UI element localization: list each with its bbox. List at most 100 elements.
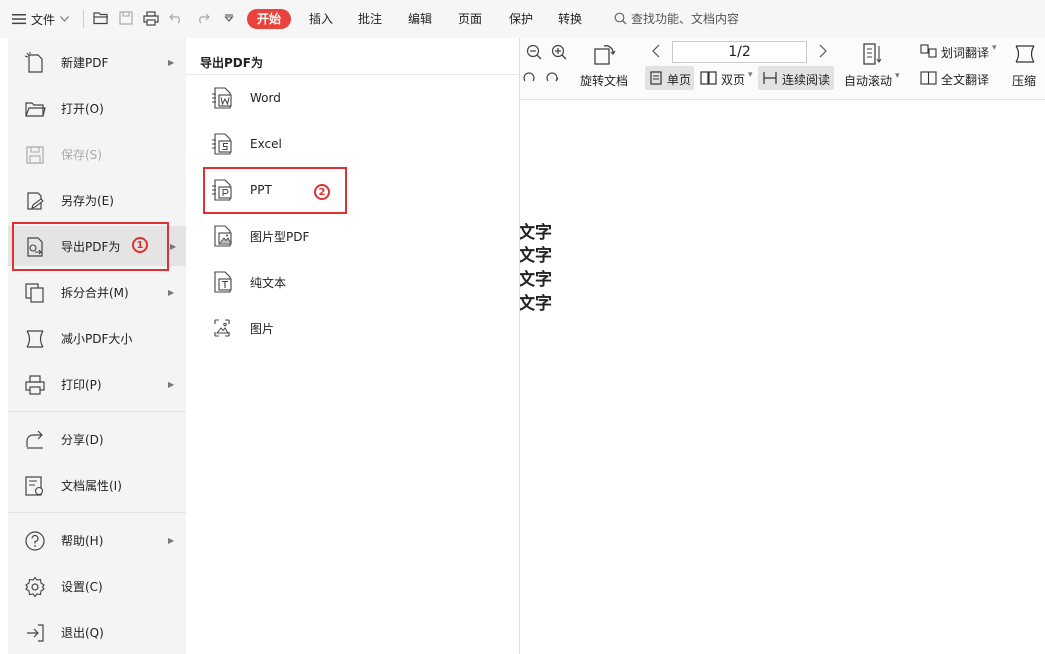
zoom-in-icon[interactable] bbox=[551, 44, 567, 63]
menu-item-label: 设置(C) bbox=[61, 579, 103, 594]
page-number-input[interactable]: 1/2 bbox=[672, 41, 807, 63]
menu-item-open[interactable]: 打开(O) bbox=[8, 88, 186, 128]
tab-page[interactable]: 页面 bbox=[456, 9, 484, 29]
tab-insert[interactable]: 插入 bbox=[307, 9, 335, 29]
new-pdf-icon bbox=[24, 52, 43, 73]
gear-icon bbox=[25, 576, 45, 598]
redo-icon[interactable] bbox=[195, 10, 211, 26]
submenu-arrow-icon: ▶ bbox=[168, 379, 175, 389]
menu-item-label: 分享(D) bbox=[61, 432, 104, 447]
menu-item-properties[interactable]: 文档属性(I) bbox=[8, 465, 186, 505]
chevron-down-icon bbox=[60, 16, 69, 22]
save-icon[interactable] bbox=[118, 10, 134, 26]
rotate-document-label: 旋转文档 bbox=[580, 74, 629, 88]
word-translate-icon[interactable] bbox=[920, 44, 937, 61]
menu-item-exit[interactable]: 退出(Q) bbox=[8, 612, 186, 652]
file-menu-label: 文件 bbox=[31, 12, 56, 27]
word-translate-label[interactable]: 划词翻译 bbox=[941, 44, 989, 61]
menu-item-print[interactable]: 打印(P) ▶ bbox=[8, 364, 186, 404]
document-text-line: 文字 bbox=[518, 270, 552, 290]
help-icon bbox=[25, 531, 45, 551]
export-image-item[interactable]: 图片 bbox=[204, 310, 504, 346]
export-excel-item[interactable]: Excel bbox=[204, 126, 504, 162]
single-page-label: 单页 bbox=[667, 73, 692, 87]
tab-protect[interactable]: 保护 bbox=[507, 9, 535, 29]
continuous-read-icon bbox=[763, 71, 777, 88]
search-placeholder: 查找功能、文档内容 bbox=[631, 12, 740, 26]
tab-comment[interactable]: 批注 bbox=[356, 9, 384, 29]
menu-item-label: 保存(S) bbox=[61, 147, 102, 162]
file-menu-panel: 新建PDF ▶ 打开(O) 保存(S) 另存为(E) 导出PDF为 ▶ 拆分合并… bbox=[8, 38, 186, 654]
menu-item-label: 减小PDF大小 bbox=[61, 331, 133, 346]
submenu-title: 导出PDF为 bbox=[200, 56, 263, 70]
word-translate-dropdown-icon[interactable]: ▾ bbox=[992, 43, 997, 53]
submenu-item-label: 纯文本 bbox=[250, 275, 287, 290]
more-dropdown-icon[interactable] bbox=[221, 10, 237, 26]
annotation-badge-2: 2 bbox=[314, 184, 330, 200]
double-page-icon[interactable] bbox=[700, 71, 717, 88]
menu-item-label: 打开(O) bbox=[61, 101, 104, 116]
zoom-out-icon[interactable] bbox=[526, 44, 542, 63]
menu-item-save[interactable]: 保存(S) bbox=[8, 134, 186, 174]
hamburger-icon bbox=[12, 14, 26, 25]
submenu-item-label: 图片型PDF bbox=[250, 229, 310, 244]
rotate-document-icon[interactable] bbox=[592, 42, 616, 69]
tab-convert[interactable]: 转换 bbox=[556, 9, 584, 29]
image-pdf-icon bbox=[214, 225, 232, 247]
auto-scroll-dropdown-icon[interactable]: ▾ bbox=[895, 71, 900, 81]
search-icon bbox=[614, 12, 627, 25]
menu-item-new-pdf[interactable]: 新建PDF ▶ bbox=[8, 42, 186, 82]
full-translate-label[interactable]: 全文翻译 bbox=[941, 71, 989, 88]
single-page-icon bbox=[650, 71, 662, 88]
search-field[interactable]: 查找功能、文档内容 bbox=[614, 10, 739, 27]
prev-page-icon[interactable] bbox=[652, 44, 660, 61]
submenu-arrow-icon: ▶ bbox=[168, 57, 175, 67]
tab-start[interactable]: 开始 bbox=[247, 9, 292, 29]
menu-divider bbox=[8, 512, 186, 513]
compress-icon bbox=[26, 330, 44, 348]
auto-scroll-label[interactable]: 自动滚动 bbox=[844, 72, 892, 89]
excel-icon bbox=[212, 133, 232, 155]
plain-text-icon bbox=[214, 271, 232, 293]
submenu-arrow-icon: ▶ bbox=[170, 241, 177, 251]
compress-icon[interactable] bbox=[1014, 44, 1036, 67]
export-word-item[interactable]: Word bbox=[204, 80, 504, 116]
menu-item-help[interactable]: 帮助(H) ▶ bbox=[8, 520, 186, 560]
menu-item-settings[interactable]: 设置(C) bbox=[8, 566, 186, 606]
menu-item-split-merge[interactable]: 拆分合并(M) ▶ bbox=[8, 272, 186, 312]
export-image-pdf-item[interactable]: 图片型PDF bbox=[204, 218, 504, 254]
document-text-line: 文字 bbox=[518, 246, 552, 266]
menu-item-label: 新建PDF bbox=[61, 55, 109, 70]
submenu-item-label: 图片 bbox=[250, 321, 275, 336]
export-submenu-panel: 导出PDF为 Word Excel PPT 图片型PDF 纯文本 图片 bbox=[186, 38, 520, 654]
print-icon[interactable] bbox=[143, 10, 159, 26]
exit-icon bbox=[27, 624, 44, 642]
double-page-dropdown-icon[interactable]: ▾ bbox=[748, 70, 753, 80]
continuous-read-label: 连续阅读 bbox=[782, 73, 831, 87]
rotate-left-icon[interactable] bbox=[522, 71, 536, 86]
auto-scroll-icon[interactable] bbox=[862, 42, 882, 69]
rotate-right-icon[interactable] bbox=[545, 71, 559, 86]
document-text-line: 文字 bbox=[518, 223, 552, 243]
full-translate-icon[interactable] bbox=[920, 71, 937, 88]
next-page-icon[interactable] bbox=[819, 44, 827, 61]
double-page-label[interactable]: 双页 bbox=[721, 71, 745, 88]
menu-item-share[interactable]: 分享(D) bbox=[8, 419, 186, 459]
submenu-item-label: Excel bbox=[250, 137, 282, 151]
document-text-line: 文字 bbox=[518, 294, 552, 314]
submenu-arrow-icon: ▶ bbox=[168, 535, 175, 545]
menu-item-label: 退出(Q) bbox=[61, 625, 104, 640]
tab-edit[interactable]: 编辑 bbox=[406, 9, 434, 29]
word-icon bbox=[212, 87, 232, 109]
save-icon bbox=[26, 146, 44, 164]
menu-item-reduce-size[interactable]: 减小PDF大小 bbox=[8, 318, 186, 358]
file-menu-button[interactable]: 文件 bbox=[8, 7, 73, 31]
annotation-badge-1: 1 bbox=[132, 237, 148, 253]
menu-item-save-as[interactable]: 另存为(E) bbox=[8, 180, 186, 220]
undo-icon[interactable] bbox=[168, 10, 184, 26]
open-folder-icon[interactable] bbox=[93, 10, 109, 26]
properties-icon bbox=[25, 476, 44, 496]
export-plain-text-item[interactable]: 纯文本 bbox=[204, 264, 504, 300]
compress-label[interactable]: 压缩 bbox=[1012, 72, 1036, 89]
image-icon bbox=[214, 319, 230, 337]
